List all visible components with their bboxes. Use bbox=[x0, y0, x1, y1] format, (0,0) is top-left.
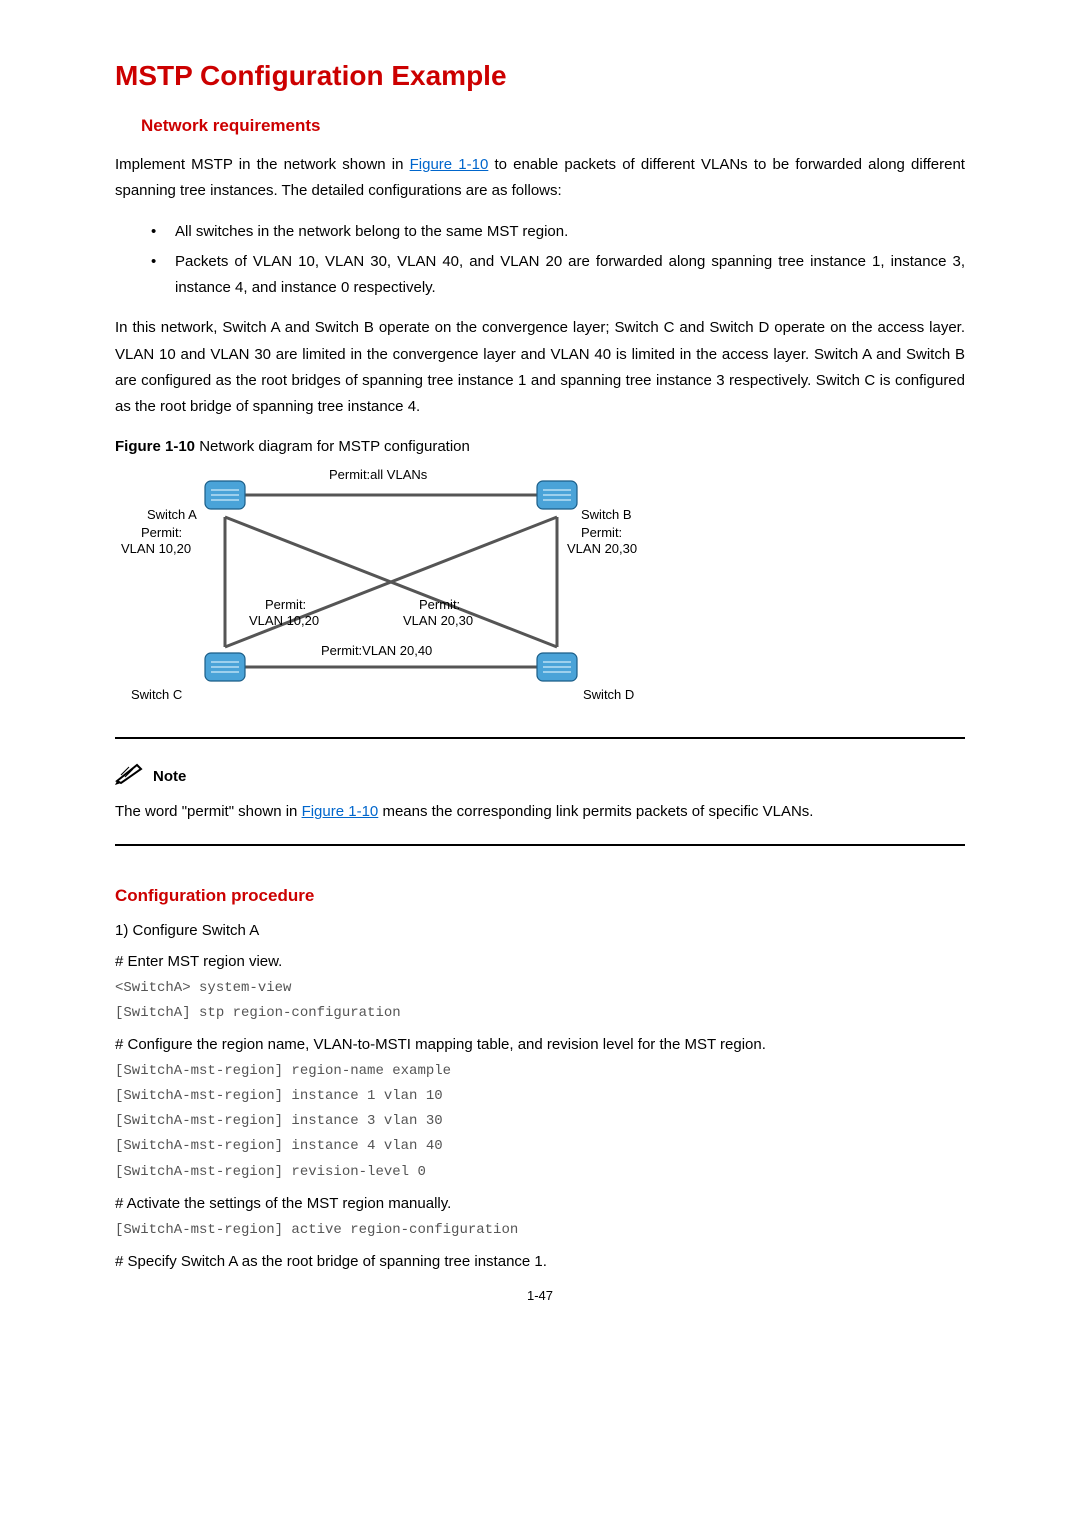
list-item: All switches in the network belong to th… bbox=[175, 219, 965, 245]
text-span: The word "permit" shown in bbox=[115, 803, 302, 820]
diagram-label-permit-bottom: Permit:VLAN 20,40 bbox=[321, 643, 432, 659]
figure-caption-bold: Figure 1-10 bbox=[115, 438, 195, 455]
diagram-label-permit-dr2: VLAN 20,30 bbox=[403, 613, 473, 629]
divider bbox=[115, 844, 965, 846]
note-block: Note The word "permit" shown in Figure 1… bbox=[115, 761, 965, 825]
figure-caption-rest: Network diagram for MSTP configuration bbox=[195, 438, 470, 455]
diagram-label-switch-a: Switch A bbox=[147, 507, 197, 523]
diagram-label-permit-tl1: Permit: bbox=[141, 525, 182, 541]
config-step-1: 1) Configure Switch A bbox=[115, 922, 965, 939]
text-span: Implement MSTP in the network shown in bbox=[115, 156, 410, 173]
diagram-label-permit-dl1: Permit: bbox=[265, 597, 306, 613]
note-label: Note bbox=[153, 768, 186, 785]
config-desc: # Configure the region name, VLAN-to-MST… bbox=[115, 1036, 965, 1053]
diagram-label-switch-b: Switch B bbox=[581, 507, 632, 523]
note-icon bbox=[115, 761, 145, 785]
note-text: The word "permit" shown in Figure 1-10 m… bbox=[115, 799, 965, 825]
network-diagram: Permit:all VLANs Switch A Switch B Permi… bbox=[121, 467, 661, 707]
intro-p2: In this network, Switch A and Switch B o… bbox=[115, 315, 965, 420]
diagram-label-permit-all: Permit:all VLANs bbox=[329, 467, 427, 483]
diagram-label-switch-c: Switch C bbox=[131, 687, 182, 703]
list-item: Packets of VLAN 10, VLAN 30, VLAN 40, an… bbox=[175, 249, 965, 302]
diagram-label-permit-tr2: VLAN 20,30 bbox=[567, 541, 637, 557]
intro-p1: Implement MSTP in the network shown in F… bbox=[115, 152, 965, 205]
text-span: means the corresponding link permits pac… bbox=[378, 803, 813, 820]
config-desc: # Enter MST region view. bbox=[115, 953, 965, 970]
code-block: <SwitchA> system-view [SwitchA] stp regi… bbox=[115, 976, 965, 1026]
diagram-label-permit-dr1: Permit: bbox=[419, 597, 460, 613]
diagram-label-switch-d: Switch D bbox=[583, 687, 634, 703]
config-desc: # Activate the settings of the MST regio… bbox=[115, 1195, 965, 1212]
diagram-label-permit-tr1: Permit: bbox=[581, 525, 622, 541]
divider bbox=[115, 737, 965, 739]
page-number: 1-47 bbox=[115, 1288, 965, 1303]
section-network-req: Network requirements bbox=[115, 116, 965, 136]
config-desc: # Specify Switch A as the root bridge of… bbox=[115, 1253, 965, 1270]
code-block: [SwitchA-mst-region] region-name example… bbox=[115, 1059, 965, 1185]
bullet-list: All switches in the network belong to th… bbox=[115, 219, 965, 302]
code-block: [SwitchA-mst-region] active region-confi… bbox=[115, 1218, 965, 1243]
figure-caption: Figure 1-10 Network diagram for MSTP con… bbox=[115, 438, 965, 455]
diagram-label-permit-tl2: VLAN 10,20 bbox=[121, 541, 191, 557]
page-title: MSTP Configuration Example bbox=[115, 60, 965, 92]
diagram-label-permit-dl2: VLAN 10,20 bbox=[249, 613, 319, 629]
section-config-proc: Configuration procedure bbox=[115, 886, 965, 906]
figure-link[interactable]: Figure 1-10 bbox=[302, 803, 379, 820]
figure-link[interactable]: Figure 1-10 bbox=[410, 156, 489, 173]
